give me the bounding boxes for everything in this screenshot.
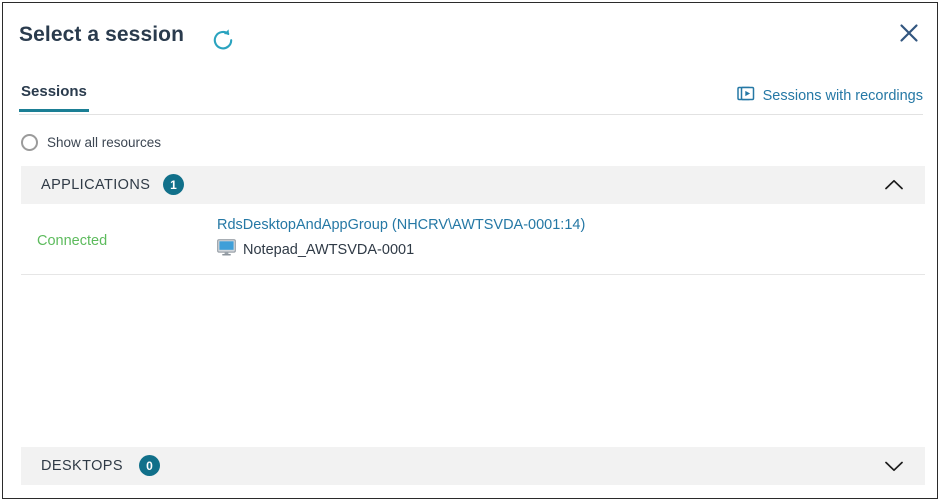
show-all-resources-radio[interactable] (21, 134, 38, 151)
chevron-up-icon[interactable] (883, 176, 905, 194)
tab-strip: Sessions Sessions with recordings (19, 83, 923, 117)
session-application: Notepad_AWTSVDA-0001 (217, 239, 585, 261)
page-title: Select a session (19, 23, 185, 46)
close-icon[interactable] (893, 17, 925, 49)
section-count-applications: 1 (163, 174, 184, 195)
show-all-resources-label: Show all resources (47, 135, 162, 150)
show-all-resources-option[interactable]: Show all resources (21, 134, 161, 151)
session-resource-link[interactable]: RdsDesktopAndAppGroup (NHCRV\AWTSVDA-000… (217, 217, 585, 233)
section-header-applications[interactable]: APPLICATIONS 1 (21, 166, 925, 204)
section-count-desktops: 0 (139, 455, 160, 476)
refresh-icon[interactable] (208, 25, 238, 55)
section-title-desktops: DESKTOPS (41, 458, 123, 474)
sessions-with-recordings-link[interactable]: Sessions with recordings (736, 84, 923, 107)
session-details: RdsDesktopAndAppGroup (NHCRV\AWTSVDA-000… (217, 217, 585, 261)
video-recording-icon (736, 84, 756, 107)
dialog-header: Select a session (3, 3, 937, 69)
session-application-name: Notepad_AWTSVDA-0001 (243, 242, 415, 258)
section-title-applications: APPLICATIONS (41, 177, 151, 193)
tab-sessions[interactable]: Sessions (19, 83, 89, 112)
select-session-dialog: Select a session Sessions Sessions with … (2, 2, 938, 499)
status-badge: Connected (37, 233, 108, 249)
monitor-icon (217, 239, 236, 261)
table-row[interactable]: Connected RdsDesktopAndAppGroup (NHCRV\A… (21, 208, 925, 275)
chevron-down-icon[interactable] (883, 457, 905, 475)
tab-strip-divider (19, 114, 923, 115)
session-selector-screen: Select a session Sessions Sessions with … (0, 0, 940, 501)
sessions-with-recordings-label: Sessions with recordings (762, 87, 923, 104)
section-header-desktops[interactable]: DESKTOPS 0 (21, 447, 925, 485)
